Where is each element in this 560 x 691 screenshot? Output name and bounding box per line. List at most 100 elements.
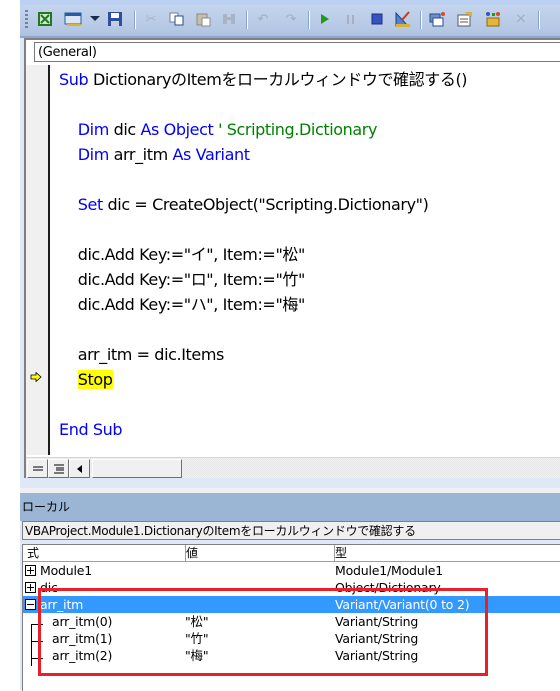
userform-icon[interactable]: [64, 10, 82, 28]
locals-row[interactable]: arr_itm(1) "竹" Variant/String: [23, 630, 560, 647]
code-line[interactable]: Sub DictionaryのItemをローカルウィンドウで確認する(): [59, 67, 560, 92]
locals-context[interactable]: VBAProject.Module1.DictionaryのItemをローカルウ…: [22, 521, 560, 540]
code-line[interactable]: [59, 217, 560, 242]
code-text: arr_itm: [113, 145, 173, 164]
locals-row[interactable]: arr_itm(2) "梅" Variant/String: [23, 647, 560, 664]
execution-pointer-icon: [30, 370, 42, 385]
locals-window-titlebar[interactable]: ローカル: [20, 488, 560, 521]
locals-expression: arr_itm(1): [52, 631, 113, 646]
locals-row[interactable]: Module1 Module1/Module1: [23, 562, 560, 579]
code-line[interactable]: [59, 167, 560, 192]
code-line[interactable]: dic.Add Key:="ハ", Item:="梅": [59, 292, 560, 317]
find-icon[interactable]: [220, 10, 238, 28]
code-text: dic.Add Key:="ロ", Item:="竹": [59, 270, 306, 289]
column-header-expression[interactable]: 式: [23, 545, 186, 561]
redo-icon[interactable]: ↷: [282, 10, 300, 28]
code-line[interactable]: arr_itm = dic.Items: [59, 342, 560, 367]
locals-type: Variant/String: [335, 648, 419, 663]
locals-value: "竹": [185, 631, 209, 646]
cut-icon[interactable]: ✂: [142, 10, 160, 28]
excel-icon[interactable]: [36, 10, 54, 28]
undo-icon[interactable]: ↶: [254, 10, 272, 28]
code-editor[interactable]: Sub DictionaryのItemをローカルウィンドウで確認する() Dim…: [59, 67, 560, 442]
scrollbar-thumb[interactable]: [92, 459, 182, 478]
tree-branch: [31, 641, 43, 642]
code-line[interactable]: End Sub: [59, 417, 560, 442]
code-line[interactable]: Dim dic As Object ' Scripting.Dictionary: [59, 117, 560, 142]
reset-icon[interactable]: [368, 10, 386, 28]
dropdown-arrow-icon[interactable]: [86, 10, 104, 28]
current-statement: Stop: [77, 370, 113, 389]
tree-branch: [31, 624, 43, 625]
locals-type: Variant/String: [335, 631, 419, 646]
toolbox-icon[interactable]: ✕: [512, 10, 530, 28]
locals-grid: 式 値 型 Module1 Module1/Module1 dic Object/Di…: [22, 544, 560, 691]
column-header-value[interactable]: 値: [182, 545, 335, 561]
keyword: As Object: [140, 120, 219, 139]
locals-header: 式 値 型: [23, 545, 560, 562]
standard-toolbar: ✂ ↶ ↷ ✕: [20, 0, 560, 38]
keyword: As Variant: [172, 145, 250, 164]
code-line[interactable]: Dim arr_itm As Variant: [59, 142, 560, 167]
scroll-left-button[interactable]: [69, 459, 90, 478]
horizontal-scrollbar[interactable]: [26, 457, 560, 478]
locals-expression: arr_itm: [40, 597, 84, 612]
locals-window-title: ローカル: [22, 500, 71, 514]
keyword: Sub: [59, 70, 93, 89]
design-mode-icon[interactable]: [394, 10, 412, 28]
locals-row[interactable]: arr_itm Variant/Variant(0 to 2): [23, 596, 560, 613]
procedure-view-button[interactable]: [27, 459, 48, 478]
code-window: (General) Sub DictionaryのItemをローカルウィンドウで…: [24, 38, 560, 478]
keyword: Set: [77, 195, 108, 214]
expand-icon[interactable]: [25, 565, 36, 576]
keyword: Dim: [77, 145, 114, 164]
tree-line: [31, 624, 32, 666]
code-line[interactable]: Set dic = CreateObject("Scripting.Dictio…: [59, 192, 560, 217]
locals-type: Module1/Module1: [335, 563, 444, 578]
margin-indicator-bar[interactable]: [26, 65, 50, 455]
code-line[interactable]: [59, 392, 560, 417]
code-line[interactable]: [59, 317, 560, 342]
expand-icon[interactable]: [25, 582, 36, 593]
locals-value: "梅": [185, 648, 209, 663]
code-text: DictionaryのItemをローカルウィンドウで確認する(): [92, 70, 468, 89]
collapse-icon[interactable]: [25, 599, 36, 610]
code-line[interactable]: dic.Add Key:="ロ", Item:="竹": [59, 267, 560, 292]
copy-icon[interactable]: [168, 10, 186, 28]
code-line[interactable]: [59, 92, 560, 117]
code-line-current[interactable]: Stop: [59, 367, 560, 392]
paste-icon[interactable]: [194, 10, 212, 28]
locals-type: Variant/String: [335, 614, 419, 629]
locals-expression: arr_itm(0): [52, 614, 113, 629]
full-module-view-button[interactable]: [48, 459, 69, 478]
locals-row[interactable]: arr_itm(0) "松" Variant/String: [23, 613, 560, 630]
comment: ' Scripting.Dictionary: [218, 120, 378, 139]
properties-icon[interactable]: [456, 10, 474, 28]
tree-branch: [31, 658, 43, 659]
object-browser-icon[interactable]: [484, 10, 502, 28]
procedure-dropdown[interactable]: (General): [34, 42, 560, 62]
locals-type: Variant/Variant(0 to 2): [335, 597, 470, 612]
locals-expression: dic: [40, 580, 58, 595]
locals-expression: arr_itm(2): [52, 648, 113, 663]
pause-icon[interactable]: [342, 10, 360, 28]
left-edge: [0, 0, 21, 690]
code-text: dic.Add Key:="ハ", Item:="梅": [59, 295, 306, 314]
locals-row[interactable]: dic Object/Dictionary: [23, 579, 560, 596]
toolbar-grip[interactable]: [25, 10, 28, 28]
code-text: dic: [113, 120, 141, 139]
project-explorer-icon[interactable]: [428, 10, 446, 28]
column-header-type[interactable]: 型: [331, 545, 560, 561]
code-text: dic = CreateObject("Scripting.Dictionary…: [107, 195, 429, 214]
locals-expression: Module1: [40, 563, 93, 578]
locals-value: "松": [185, 614, 209, 629]
save-icon[interactable]: [106, 10, 124, 28]
code-text: arr_itm = dic.Items: [59, 345, 225, 364]
keyword: Dim: [77, 120, 114, 139]
code-line[interactable]: dic.Add Key:="イ", Item:="松": [59, 242, 560, 267]
run-icon[interactable]: [316, 10, 334, 28]
